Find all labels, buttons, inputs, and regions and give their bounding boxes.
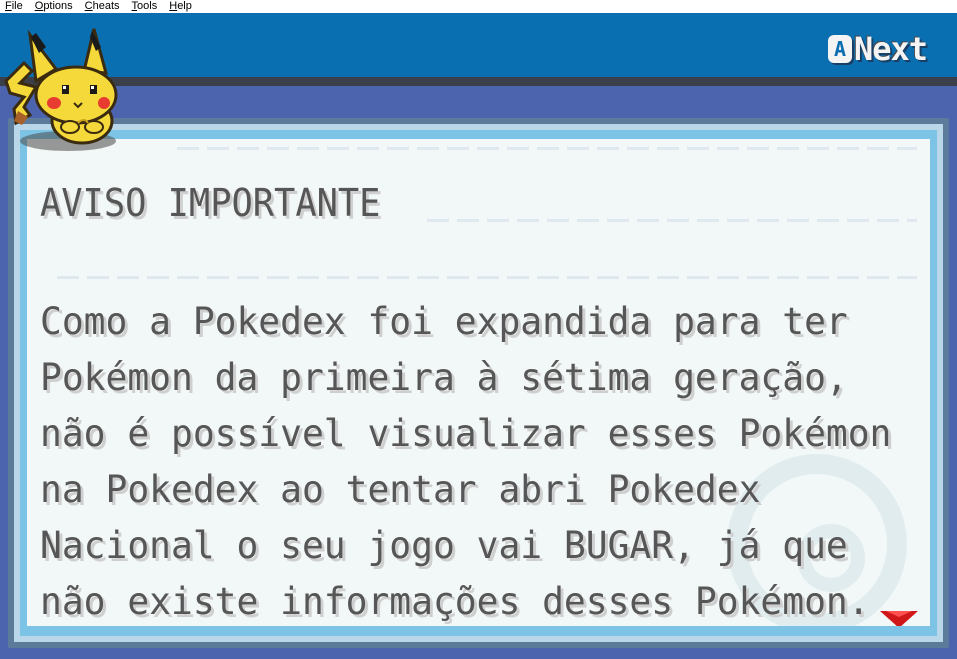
next-prompt-button[interactable]: A Next — [828, 30, 928, 68]
menu-file-accesskey: F — [5, 0, 12, 12]
dialog-body: Como a Pokedex foi expandida para ter Po… — [40, 294, 909, 626]
menu-help[interactable]: Help — [164, 0, 199, 13]
a-button-icon: A — [828, 35, 852, 63]
dialog-title: AVISO IMPORTANTE — [40, 181, 381, 225]
dialog-line: na Pokedex ao tentar abri Pokedex — [40, 468, 761, 511]
dialog-line: Nacional o seu jogo vai BUGAR, já que — [40, 524, 848, 567]
menu-options[interactable]: Options — [30, 0, 80, 13]
ruled-line — [427, 219, 917, 222]
menu-tools-label: ools — [137, 0, 158, 12]
emulator-menu-bar: File Options Cheats Tools Help — [0, 0, 957, 13]
dialog-line: Pokémon da primeira à sétima geração, — [40, 356, 848, 399]
menu-help-accesskey: H — [169, 0, 178, 12]
header-bar — [0, 13, 957, 77]
menu-cheats[interactable]: Cheats — [80, 0, 127, 13]
menu-tools[interactable]: Tools — [127, 0, 165, 13]
ruled-line — [177, 147, 917, 150]
pikachu-sprite-icon — [4, 28, 118, 151]
menu-options-label: ptions — [43, 0, 73, 12]
menu-file[interactable]: File — [0, 0, 30, 13]
dialog-line: não existe informações desses Pokémon. — [40, 580, 870, 623]
menu-file-label: ile — [11, 0, 23, 12]
next-arrow-icon[interactable] — [880, 611, 918, 626]
menu-help-label: elp — [177, 0, 192, 12]
header-shadow — [0, 77, 957, 86]
menu-cheats-accesskey: C — [84, 0, 93, 12]
dialog-line: não é possível visualizar esses Pokémon — [40, 412, 892, 455]
menu-cheats-label: heats — [92, 0, 120, 12]
dialog-line: Como a Pokedex foi expandida para ter — [40, 300, 848, 343]
ruled-line — [57, 276, 917, 279]
next-label: Next — [854, 30, 928, 68]
game-screen[interactable]: A Next AVISO IMPORTANTE Como a Pokedex f… — [0, 13, 957, 659]
dialog-text-box[interactable]: AVISO IMPORTANTE Como a Pokedex foi expa… — [27, 139, 930, 626]
